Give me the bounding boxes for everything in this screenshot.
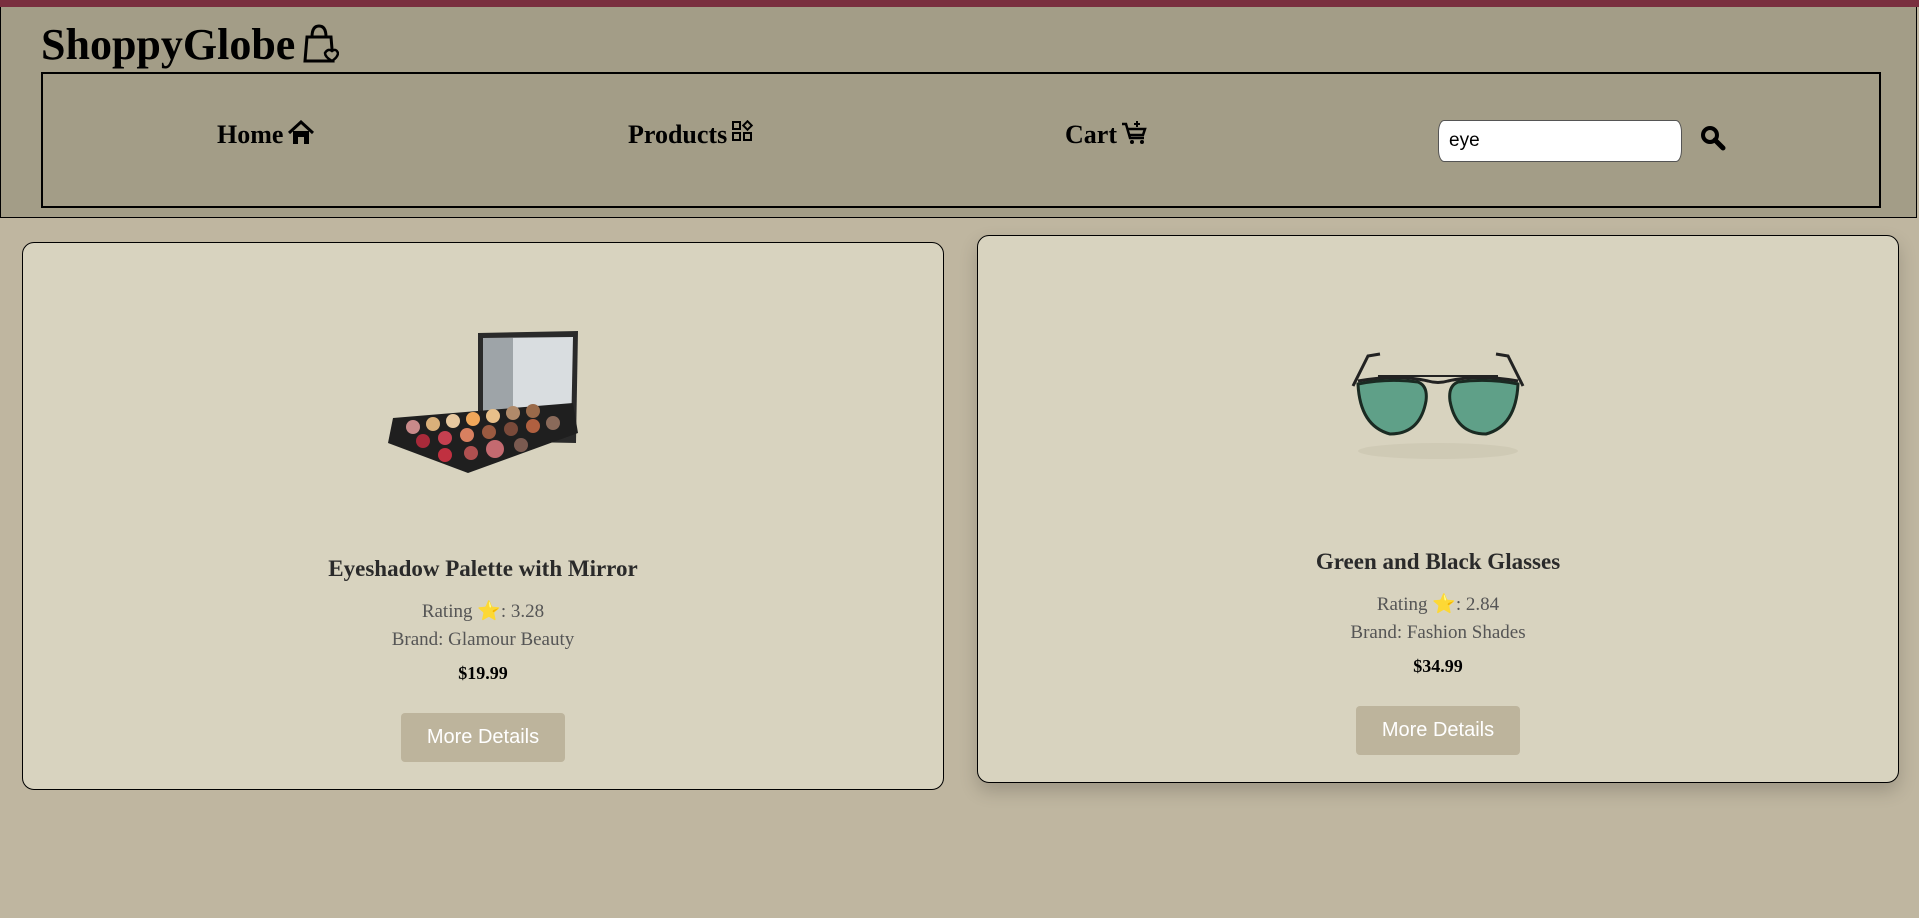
more-details-button[interactable]: More Details bbox=[401, 713, 565, 762]
main-nav: Home Products Cart bbox=[41, 72, 1881, 208]
site-header: ShoppyGlobe Home Products Cart eye bbox=[0, 7, 1917, 218]
eyeshadow-palette-image bbox=[383, 323, 583, 493]
product-rating: Rating ⭐: 2.84 bbox=[978, 592, 1898, 616]
nav-cart[interactable]: Cart bbox=[1065, 120, 1149, 150]
star-icon: ⭐ bbox=[477, 601, 501, 622]
more-details-button[interactable]: More Details bbox=[1356, 706, 1520, 755]
product-title: Green and Black Glasses bbox=[1315, 549, 1561, 574]
home-icon bbox=[287, 119, 315, 146]
grid-icon bbox=[731, 119, 759, 146]
product-price: $34.99 bbox=[1413, 656, 1463, 676]
rating-label: Rating bbox=[421, 601, 473, 622]
search-icon[interactable] bbox=[1699, 124, 1727, 152]
nav-cart-label: Cart bbox=[1065, 120, 1117, 149]
product-price: $19.99 bbox=[458, 663, 508, 683]
logo-text: ShoppyGlobe bbox=[41, 20, 296, 69]
nav-home-label: Home bbox=[217, 120, 284, 149]
product-card: Eyeshadow Palette with Mirror Rating ⭐: … bbox=[22, 242, 944, 790]
nav-products[interactable]: Products bbox=[628, 119, 759, 150]
product-brand: Brand: Glamour Beauty bbox=[391, 629, 575, 650]
shopping-bag-heart-icon bbox=[301, 23, 340, 67]
product-brand: Brand: Fashion Shades bbox=[1350, 622, 1526, 643]
rating-value: : 2.84 bbox=[1455, 594, 1500, 615]
product-rating: Rating ⭐: 3.28 bbox=[23, 599, 943, 623]
nav-products-label: Products bbox=[628, 120, 728, 149]
rating-label: Rating bbox=[1376, 594, 1428, 615]
site-logo[interactable]: ShoppyGlobe bbox=[41, 19, 340, 70]
search-input[interactable] bbox=[1438, 120, 1682, 162]
star-icon: ⭐ bbox=[1432, 594, 1456, 615]
nav-home[interactable]: Home bbox=[217, 119, 315, 150]
top-accent-bar bbox=[0, 0, 1919, 7]
rating-value: : 3.28 bbox=[500, 601, 545, 622]
product-title: Eyeshadow Palette with Mirror bbox=[328, 556, 638, 581]
cart-icon bbox=[1121, 120, 1149, 146]
sunglasses-image bbox=[1338, 346, 1538, 466]
product-card: Green and Black Glasses Rating ⭐: 2.84 B… bbox=[977, 235, 1899, 783]
